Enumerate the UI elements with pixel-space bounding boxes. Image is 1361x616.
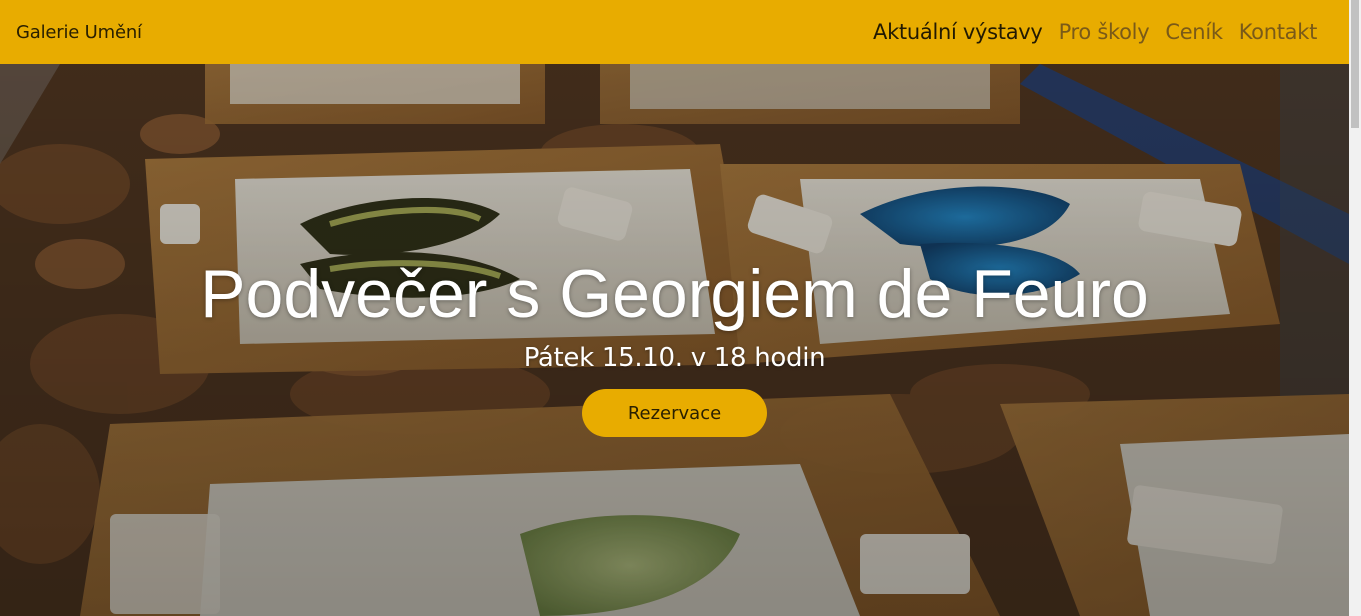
brand-link[interactable]: Galerie Umění — [16, 22, 142, 43]
page: Galerie Umění Aktuální výstavy Pro školy… — [0, 0, 1361, 616]
vertical-scrollbar[interactable] — [1349, 0, 1361, 616]
nav-link-kontakt[interactable]: Kontakt — [1231, 20, 1325, 44]
hero-content: Podvečer s Georgiem de Feuro Pátek 15.10… — [0, 64, 1349, 616]
hero-subtitle: Pátek 15.10. v 18 hodin — [523, 343, 826, 373]
nav-links: Aktuální výstavy Pro školy Ceník Kontakt — [865, 20, 1325, 44]
top-navbar: Galerie Umění Aktuální výstavy Pro školy… — [0, 0, 1349, 64]
hero-section: Podvečer s Georgiem de Feuro Pátek 15.10… — [0, 64, 1349, 616]
scrollbar-thumb[interactable] — [1351, 0, 1359, 128]
nav-link-cenik[interactable]: Ceník — [1157, 20, 1230, 44]
nav-link-pro-skoly[interactable]: Pro školy — [1051, 20, 1158, 44]
hero-title: Podvečer s Georgiem de Feuro — [200, 256, 1149, 332]
nav-link-aktualni-vystavy[interactable]: Aktuální výstavy — [865, 20, 1051, 44]
reservation-button[interactable]: Rezervace — [582, 389, 767, 437]
